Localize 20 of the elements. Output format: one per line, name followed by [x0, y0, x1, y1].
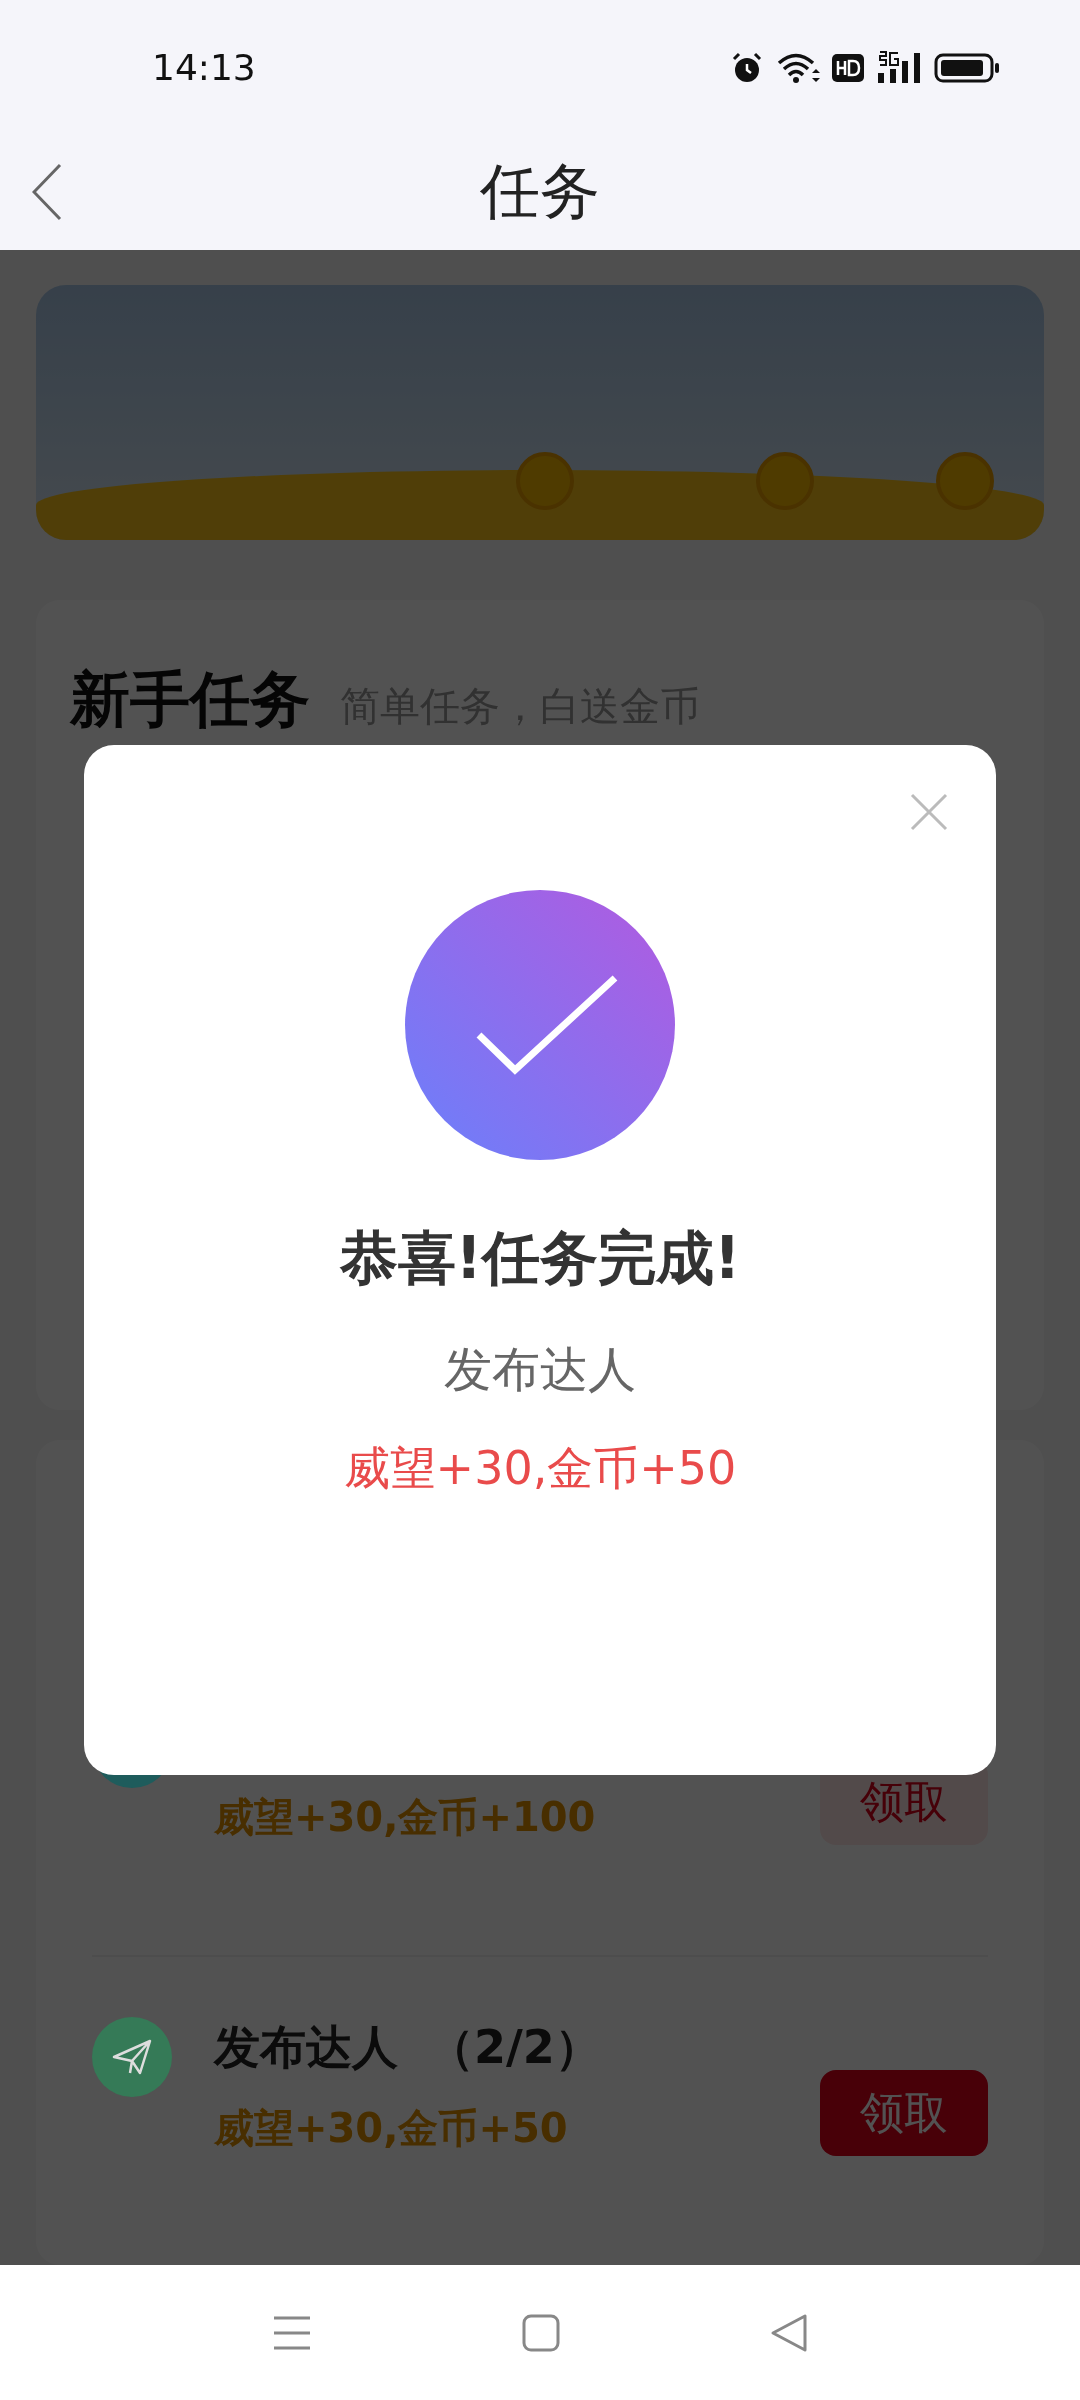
hd-icon — [832, 53, 864, 82]
battery-icon — [934, 52, 1000, 83]
claim-button[interactable]: 领取 — [820, 2070, 988, 2156]
dialog-reward: 威望+30,金币+50 — [343, 1440, 737, 1497]
alarm-icon — [730, 50, 764, 85]
back-icon[interactable] — [770, 2312, 808, 2353]
dialog-title: 恭喜!任务完成! — [339, 1223, 741, 1294]
cellular-signal-icon — [876, 50, 922, 85]
checkmark-icon — [405, 890, 675, 1160]
section-title: 新手任务 — [70, 663, 310, 736]
status-time: 14:13 — [152, 47, 256, 88]
close-icon[interactable] — [910, 793, 948, 831]
home-icon[interactable] — [522, 2313, 560, 2352]
dialog-task-name: 发布达人 — [444, 1340, 636, 1399]
task-reward: 威望+30,金币+50 — [214, 2104, 569, 2153]
page-title: 任务 — [480, 155, 600, 228]
task-title: 发布达人 — [214, 2019, 398, 2076]
back-icon[interactable] — [32, 163, 62, 221]
task-count: （2/2） — [428, 2019, 601, 2076]
task-reward: 威望+30,金币+100 — [214, 1793, 597, 1842]
